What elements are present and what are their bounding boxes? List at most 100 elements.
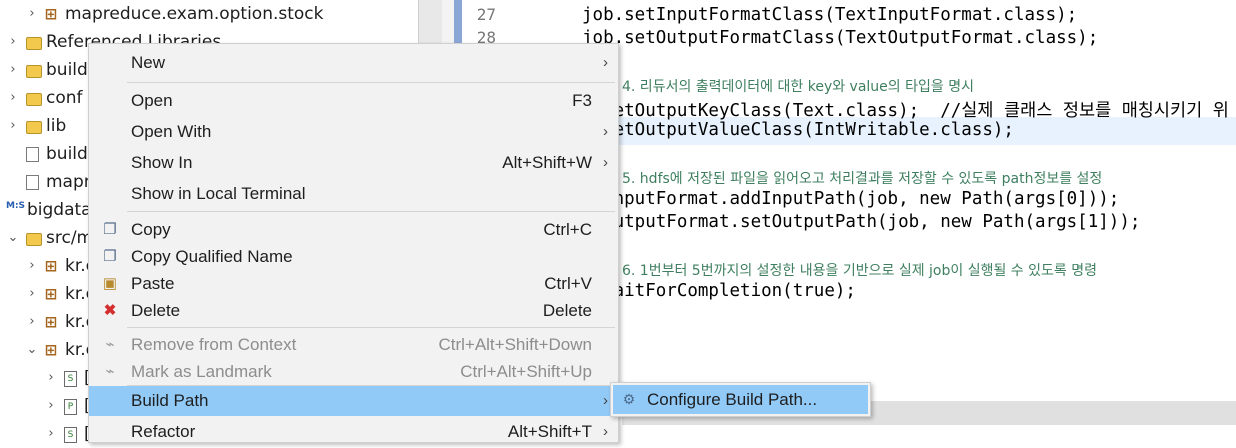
code-comment: 6. 1번부터 5번까지의 설정한 내용을 기반으로 실제 job이 실행될 수… — [622, 263, 1097, 279]
chevron-right-icon: › — [603, 423, 608, 440]
paste-icon: ▣ — [102, 275, 118, 292]
menu-item-build-path[interactable]: Build Path › — [89, 386, 618, 416]
menu-shortcut: Ctrl+Alt+Shift+Up — [460, 362, 592, 381]
configure-build-path-icon: ⚙ — [622, 391, 636, 407]
context-menu: New › Open F3 Open With › Show In Alt+Sh… — [88, 43, 619, 443]
menu-item-open-with[interactable]: Open With › — [89, 117, 618, 147]
source-folder-icon — [26, 233, 42, 246]
tree-label: conf — [46, 88, 83, 108]
chevron-right-icon[interactable]: › — [6, 112, 20, 140]
menu-separator — [127, 211, 615, 212]
ant-file-icon — [26, 147, 39, 162]
menu-shortcut: Delete — [542, 301, 592, 320]
menu-item-configure-build-path[interactable]: ⚙ Configure Build Path... — [613, 385, 868, 414]
tree-label: build — [46, 60, 88, 80]
code-line: job.setInputFormatClass(TextInputFormat.… — [582, 5, 1078, 25]
menu-item-mark-as-landmark: ⌁ Mark as Landmark Ctrl+Alt+Shift+Up — [89, 357, 618, 387]
folder-icon — [26, 93, 42, 106]
menu-label: Show in Local Terminal — [131, 184, 306, 203]
copy-qualified-icon: ❐ — [103, 248, 117, 265]
menu-shortcut: Alt+Shift+T — [507, 422, 592, 441]
menu-item-open[interactable]: Open F3 — [89, 86, 618, 116]
chevron-right-icon[interactable]: › — [25, 280, 39, 308]
menu-label: Build Path — [131, 391, 209, 410]
code-line: leOutputFormat.setOutputPath(job, new Pa… — [582, 212, 1141, 232]
menu-item-show-in-terminal[interactable]: Show in Local Terminal — [89, 179, 618, 209]
copy-icon: ❐ — [103, 221, 117, 238]
project-icon: M:S — [6, 201, 26, 211]
menu-shortcut: Ctrl+Alt+Shift+Down — [438, 335, 592, 354]
java-class-icon: P — [64, 399, 77, 415]
tree-label: src/m — [46, 228, 94, 248]
change-bar — [454, 0, 462, 48]
menu-label: Show In — [131, 153, 193, 172]
chevron-right-icon[interactable]: › — [44, 420, 58, 448]
folder-icon — [26, 65, 42, 78]
menu-item-refactor[interactable]: Refactor Alt+Shift+T › — [89, 417, 618, 447]
menu-shortcut: Ctrl+C — [543, 220, 592, 239]
menu-item-paste[interactable]: ▣ Paste Ctrl+V — [89, 269, 618, 299]
package-icon: ⊞ — [44, 257, 58, 275]
menu-shortcut: Ctrl+V — [544, 274, 592, 293]
menu-item-new[interactable]: New › — [89, 48, 618, 78]
menu-item-show-in[interactable]: Show In Alt+Shift+W › — [89, 148, 618, 178]
delete-icon: ✖ — [103, 302, 117, 319]
remove-context-icon: ⌁ — [105, 336, 115, 353]
code-line: job.setOutputFormatClass(TextOutputForma… — [582, 28, 1099, 48]
code-comment: 5. hdfs에 저장된 파일을 읽어오고 처리결과를 저장할 수 있도록 pa… — [622, 171, 1103, 187]
tree-label: lib — [46, 116, 67, 136]
menu-separator — [127, 327, 615, 328]
tree-label: mapreduce.exam.option.stock — [65, 4, 324, 24]
chevron-right-icon[interactable]: › — [44, 364, 58, 392]
menu-label: Copy Qualified Name — [131, 247, 293, 266]
chevron-right-icon[interactable]: › — [44, 392, 58, 420]
menu-label: Configure Build Path... — [647, 390, 818, 409]
chevron-right-icon[interactable]: › — [6, 84, 20, 112]
menu-label: Paste — [131, 274, 175, 293]
chevron-down-icon[interactable]: ⌄ — [6, 224, 20, 252]
line-number: 27 — [476, 5, 496, 24]
package-icon: ⊞ — [44, 285, 58, 303]
chevron-right-icon[interactable]: › — [25, 308, 39, 336]
menu-item-delete[interactable]: ✖ Delete Delete — [89, 296, 618, 326]
menu-label: Delete — [131, 301, 181, 320]
package-icon: ⊞ — [44, 313, 58, 331]
tree-label: bigdata — [27, 200, 92, 220]
code-line: ).waitForCompletion(true); — [582, 281, 856, 301]
code-line: leInputFormat.addInputPath(job, new Path… — [582, 189, 1120, 209]
menu-shortcut: F3 — [572, 91, 592, 110]
chevron-right-icon[interactable]: › — [6, 56, 20, 84]
folder-icon — [26, 121, 42, 134]
chevron-right-icon[interactable]: › — [25, 0, 39, 28]
tree-label: build — [46, 144, 88, 164]
package-icon: ⊞ — [44, 341, 58, 359]
menu-label: Mark as Landmark — [131, 362, 272, 381]
java-class-icon: S — [64, 371, 77, 387]
menu-item-copy[interactable]: ❐ Copy Ctrl+C — [89, 215, 618, 245]
chevron-right-icon: › — [603, 392, 608, 409]
library-icon — [26, 37, 42, 50]
menu-item-copy-qualified-name[interactable]: ❐ Copy Qualified Name — [89, 242, 618, 272]
menu-label: Copy — [131, 220, 171, 239]
chevron-right-icon: › — [603, 154, 608, 171]
code-comment: 4. 리듀서의 출력데이터에 대한 key와 value의 타입을 명시 — [622, 79, 974, 95]
menu-label: Refactor — [131, 422, 196, 441]
chevron-right-icon[interactable]: › — [25, 252, 39, 280]
chevron-right-icon: › — [603, 123, 608, 140]
menu-label: Open With — [131, 122, 212, 141]
menu-label: New — [131, 53, 166, 72]
build-path-submenu: ⚙ Configure Build Path... — [610, 382, 871, 417]
menu-separator — [127, 82, 615, 83]
menu-shortcut: Alt+Shift+W — [502, 153, 592, 172]
menu-label: Remove from Context — [131, 335, 297, 354]
chevron-right-icon: › — [603, 54, 608, 71]
chevron-right-icon[interactable]: › — [6, 28, 20, 56]
menu-item-remove-from-context: ⌁ Remove from Context Ctrl+Alt+Shift+Dow… — [89, 330, 618, 360]
package-icon: ⊞ — [44, 5, 58, 23]
code-line: ).setOutputKeyClass(Text.class); //실제 클래… — [582, 101, 1229, 121]
code-line: ).setOutputValueClass(IntWritable.class)… — [582, 120, 1014, 140]
landmark-icon: ⌁ — [105, 363, 115, 380]
menu-label: Open — [131, 91, 173, 110]
file-icon — [26, 175, 39, 190]
chevron-down-icon[interactable]: ⌄ — [25, 336, 39, 364]
